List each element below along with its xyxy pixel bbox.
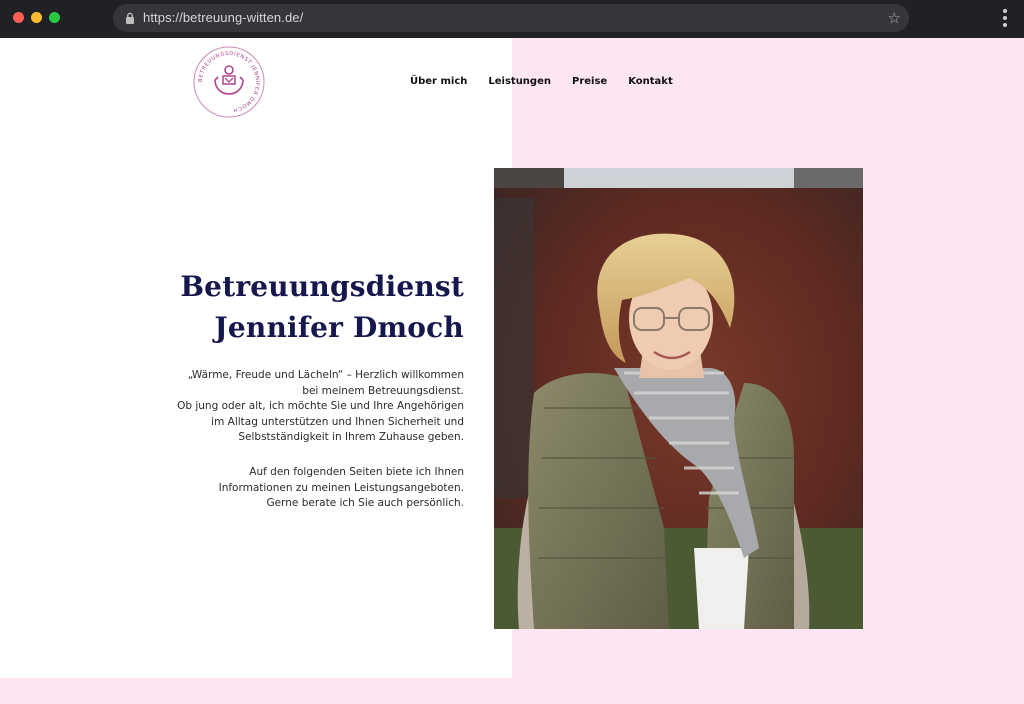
info-line: Gerne berate ich Sie auch persönlich. — [266, 497, 464, 509]
info-paragraph: Auf den folgenden Seiten biete ich Ihnen… — [219, 465, 464, 512]
intro-line: Selbstständigkeit in Ihrem Zuhause geben… — [238, 431, 464, 443]
title-line-1: Betreuungsdienst — [180, 270, 464, 303]
bookmark-star-icon[interactable]: ☆ — [888, 9, 901, 27]
page: BETREUUNGSDIENST JENNIFER DMOCH Über mic… — [0, 38, 1024, 704]
intro-line: bei meinem Betreuungsdienst. — [302, 384, 464, 397]
nav-item-ueber-mich[interactable]: Über mich — [410, 76, 467, 87]
url-text: https://betreuung-witten.de/ — [143, 10, 304, 25]
main-navigation: Über mich Leistungen Preise Kontakt — [410, 76, 694, 87]
nav-item-preise[interactable]: Preise — [572, 76, 607, 87]
minimize-window-button[interactable] — [31, 12, 42, 23]
title-line-2: Jennifer Dmoch — [214, 311, 464, 344]
intro-line: im Alltag unterstützen und Ihnen Sicherh… — [211, 415, 464, 428]
info-line: Auf den folgenden Seiten biete ich Ihnen — [249, 466, 464, 478]
portrait-photo — [494, 168, 863, 629]
browser-menu-icon[interactable] — [1003, 9, 1007, 27]
address-bar[interactable]: https://betreuung-witten.de/ ☆ — [113, 4, 909, 32]
nav-item-kontakt[interactable]: Kontakt — [628, 76, 673, 87]
intro-line: Ob jung oder alt, ich möchte Sie und Ihr… — [177, 400, 464, 412]
nav-item-leistungen[interactable]: Leistungen — [488, 76, 551, 87]
lock-icon — [126, 12, 134, 24]
browser-toolbar: https://betreuung-witten.de/ ☆ — [0, 0, 1024, 38]
logo[interactable]: BETREUUNGSDIENST JENNIFER DMOCH — [193, 46, 265, 118]
info-line: Informationen zu meinen Leistungsangebot… — [218, 481, 464, 494]
intro-line: „Wärme, Freude und Lächeln“ – Herzlich w… — [187, 369, 464, 381]
maximize-window-button[interactable] — [49, 12, 60, 23]
hero-left-panel — [0, 38, 512, 678]
page-title: Betreuungsdienst Jennifer Dmoch — [180, 266, 464, 348]
intro-paragraph: „Wärme, Freude und Lächeln“ – Herzlich w… — [177, 368, 464, 446]
close-window-button[interactable] — [13, 12, 24, 23]
